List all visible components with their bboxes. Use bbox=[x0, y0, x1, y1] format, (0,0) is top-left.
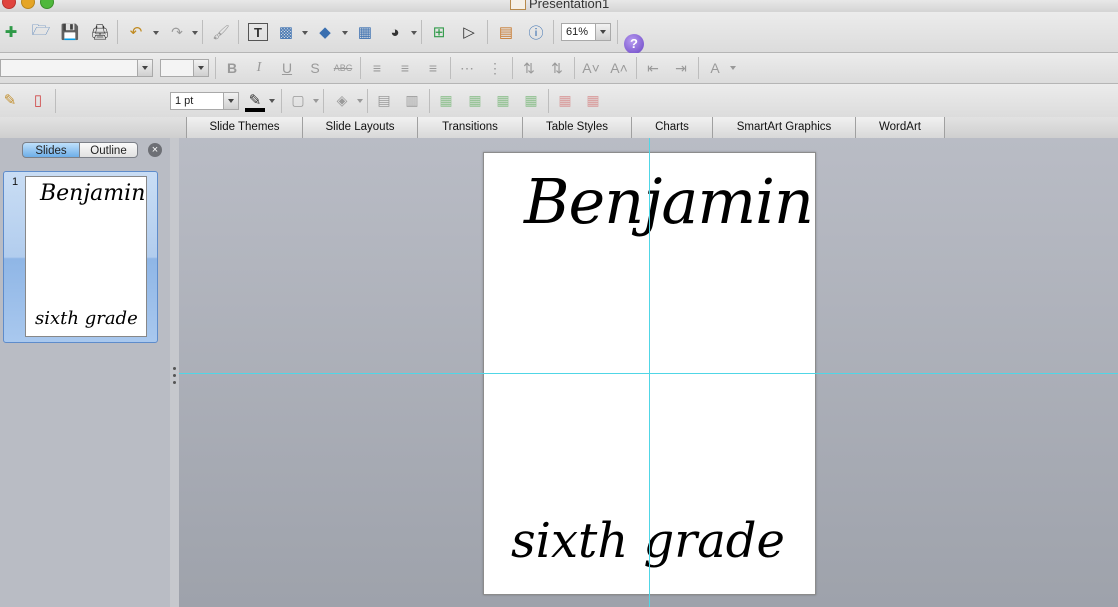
standard-toolbar: ✚ 🗁 💾 🖨 ↶ ↷ 🖌 T ▩ ◆ ▦ ◕ ⊞ ▷ ▤ ⓘ 61% ? bbox=[0, 12, 1118, 54]
tab-smartart-graphics[interactable]: SmartArt Graphics bbox=[712, 117, 856, 138]
window-titlebar: Presentation1 bbox=[0, 0, 1118, 12]
save-icon[interactable]: 💾 bbox=[58, 20, 82, 44]
insert-row-above-icon[interactable]: ▦ bbox=[434, 88, 458, 112]
media-dropdown-icon[interactable] bbox=[411, 31, 417, 35]
window-minimize-button[interactable] bbox=[21, 0, 35, 9]
slides-pane: Slides Outline × 1 Benjamin sixth grade bbox=[0, 138, 171, 607]
strikethrough-button[interactable]: ABC bbox=[331, 56, 355, 80]
numbering-icon[interactable]: ⋮ bbox=[483, 56, 507, 80]
slide-title[interactable]: Benjamin bbox=[524, 165, 814, 238]
new-slide-icon[interactable]: ⊞ bbox=[427, 20, 451, 44]
indent-icon[interactable]: ⇥ bbox=[669, 56, 693, 80]
slide-thumbnail[interactable]: Benjamin sixth grade bbox=[25, 176, 147, 337]
outdent-icon[interactable]: ⇤ bbox=[641, 56, 665, 80]
font-size-select[interactable] bbox=[160, 59, 209, 77]
slide-subtitle[interactable]: sixth grade bbox=[511, 513, 785, 569]
line-spacing-increase-icon[interactable]: ⇅ bbox=[545, 56, 569, 80]
drawing-toolbar: ✎ ▯ 1 pt ✎ ▢ ◈ ▤ ▥ ▦ ▦ ▦ ▦ ▦ ▦ bbox=[0, 84, 1118, 194]
text-box-icon[interactable]: T bbox=[248, 23, 268, 41]
align-left-icon[interactable]: ≡ bbox=[365, 56, 389, 80]
tab-outline[interactable]: Outline bbox=[79, 142, 138, 158]
chevron-down-icon bbox=[137, 60, 152, 76]
shadow-button[interactable]: S bbox=[303, 56, 327, 80]
print-icon[interactable]: 🖨 bbox=[88, 20, 112, 44]
line-weight-select[interactable]: 1 pt bbox=[170, 92, 239, 110]
picture-icon[interactable]: ▩ bbox=[274, 20, 298, 44]
table-merge-icon[interactable]: ▤ bbox=[372, 88, 396, 112]
zoom-select[interactable]: 61% bbox=[561, 23, 611, 41]
help-button[interactable]: ? bbox=[624, 34, 644, 54]
border-dropdown-icon[interactable] bbox=[313, 99, 319, 103]
pane-splitter[interactable] bbox=[170, 138, 179, 607]
tab-wordart[interactable]: WordArt bbox=[855, 117, 945, 138]
line-spacing-decrease-icon[interactable]: ⇅ bbox=[517, 56, 541, 80]
thumbnail-subtitle: sixth grade bbox=[35, 308, 138, 329]
italic-button[interactable]: I bbox=[247, 56, 271, 80]
horizontal-guide[interactable] bbox=[179, 373, 1118, 374]
templates-icon[interactable]: 🗁 bbox=[29, 20, 53, 44]
zoom-value: 61% bbox=[566, 26, 589, 38]
align-right-icon[interactable]: ≡ bbox=[421, 56, 445, 80]
eraser-icon[interactable]: ▯ bbox=[26, 88, 50, 112]
redo-dropdown-icon[interactable] bbox=[192, 31, 198, 35]
redo-icon[interactable]: ↷ bbox=[165, 20, 189, 44]
slide-thumbnail-item[interactable]: 1 Benjamin sixth grade bbox=[3, 171, 158, 343]
close-pane-button[interactable]: × bbox=[148, 143, 162, 157]
fill-color-icon[interactable]: ◈ bbox=[330, 88, 354, 112]
tab-slide-themes[interactable]: Slide Themes bbox=[186, 117, 303, 138]
slide-show-icon[interactable]: ▷ bbox=[457, 20, 481, 44]
increase-font-icon[interactable]: A˅ bbox=[579, 56, 603, 80]
tab-transitions[interactable]: Transitions bbox=[417, 117, 523, 138]
document-icon bbox=[510, 0, 526, 10]
tab-slide-layouts[interactable]: Slide Layouts bbox=[302, 117, 418, 138]
slide-number: 1 bbox=[12, 176, 19, 188]
ribbon-tab-bar: Slide Themes Slide Layouts Transitions T… bbox=[0, 117, 1118, 139]
bold-button[interactable]: B bbox=[220, 56, 244, 80]
tab-table-styles[interactable]: Table Styles bbox=[522, 117, 632, 138]
line-color-swatch bbox=[245, 108, 265, 112]
insert-row-below-icon[interactable]: ▦ bbox=[463, 88, 487, 112]
font-color-button[interactable]: A bbox=[703, 56, 727, 80]
window-close-button[interactable] bbox=[2, 0, 16, 9]
table-icon[interactable]: ▦ bbox=[353, 20, 377, 44]
picture-dropdown-icon[interactable] bbox=[302, 31, 308, 35]
shapes-dropdown-icon[interactable] bbox=[342, 31, 348, 35]
thumbnail-title: Benjamin bbox=[40, 181, 146, 206]
undo-dropdown-icon[interactable] bbox=[153, 31, 159, 35]
formatting-toolbar: B I U S ABC ≡ ≡ ≡ ⋯ ⋮ ⇅ ⇅ A˅ A˄ ⇤ ⇥ A bbox=[0, 53, 1118, 84]
border-icon[interactable]: ▢ bbox=[286, 88, 310, 112]
line-color-dropdown-icon[interactable] bbox=[269, 99, 275, 103]
delete-row-icon[interactable]: ▦ bbox=[581, 88, 605, 112]
chevron-down-icon bbox=[223, 93, 238, 109]
toolbox-icon[interactable]: ⓘ bbox=[524, 20, 548, 44]
chevron-down-icon bbox=[595, 24, 610, 40]
bullets-icon[interactable]: ⋯ bbox=[455, 56, 479, 80]
delete-column-icon[interactable]: ▦ bbox=[553, 88, 577, 112]
gallery-icon[interactable]: ▤ bbox=[494, 20, 518, 44]
fill-dropdown-icon[interactable] bbox=[357, 99, 363, 103]
align-center-icon[interactable]: ≡ bbox=[393, 56, 417, 80]
font-color-dropdown-icon[interactable] bbox=[730, 66, 736, 70]
insert-column-right-icon[interactable]: ▦ bbox=[519, 88, 543, 112]
line-weight-value: 1 pt bbox=[175, 95, 194, 107]
tab-slides[interactable]: Slides bbox=[22, 142, 80, 158]
font-name-select[interactable] bbox=[0, 59, 153, 77]
window-title: Presentation1 bbox=[529, 0, 610, 11]
tab-charts[interactable]: Charts bbox=[631, 117, 713, 138]
underline-button[interactable]: U bbox=[275, 56, 299, 80]
insert-column-left-icon[interactable]: ▦ bbox=[491, 88, 515, 112]
shapes-icon[interactable]: ◆ bbox=[313, 20, 337, 44]
format-painter-icon[interactable]: 🖌 bbox=[209, 20, 233, 44]
chevron-down-icon bbox=[193, 60, 208, 76]
pencil-icon[interactable]: ✎ bbox=[0, 88, 22, 112]
media-icon[interactable]: ◕ bbox=[383, 20, 407, 44]
decrease-font-icon[interactable]: A˄ bbox=[607, 56, 631, 80]
undo-icon[interactable]: ↶ bbox=[124, 20, 148, 44]
window-zoom-button[interactable] bbox=[40, 0, 54, 9]
table-split-icon[interactable]: ▥ bbox=[400, 88, 424, 112]
new-document-icon[interactable]: ✚ bbox=[0, 20, 23, 44]
